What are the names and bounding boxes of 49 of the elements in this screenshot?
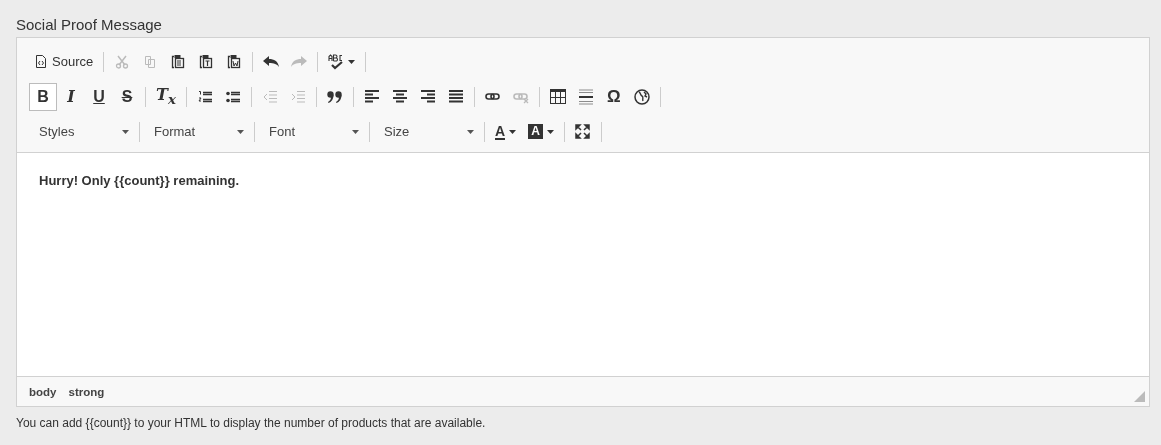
toolbar-dropdown[interactable]: Styles	[29, 117, 135, 146]
toolbar-dropdown[interactable]: Format	[144, 117, 250, 146]
text-align-icon	[392, 90, 407, 103]
toolbar-button[interactable]: B	[29, 82, 57, 111]
toolbar-button[interactable]: T$_{x}$	[150, 82, 182, 111]
text-align-icon	[448, 90, 463, 103]
undo-arrow-icon	[263, 55, 280, 68]
copy-icon	[143, 54, 158, 69]
toolbar-dropdown[interactable]: Font	[259, 117, 365, 146]
horizontal-rule-icon	[578, 88, 593, 105]
color-button[interactable]: A	[489, 117, 523, 146]
numbered-list-icon	[197, 89, 212, 104]
toolbar-button[interactable]: I	[57, 82, 85, 111]
indent-icon	[262, 89, 277, 104]
bulleted-list-icon	[225, 89, 240, 104]
source-button[interactable]: Source	[29, 47, 100, 76]
field-label: Social Proof Message	[16, 15, 163, 35]
scissors-icon	[115, 54, 130, 69]
redo-arrow-icon	[291, 55, 308, 68]
quote-icon	[326, 90, 343, 103]
element-path-link[interactable]: body	[29, 385, 57, 398]
caret-icon	[348, 59, 356, 64]
spellcheck-icon	[328, 53, 345, 70]
caret-icon	[237, 129, 244, 134]
caret-icon	[546, 129, 554, 134]
toolbar-button[interactable]: Ω	[599, 82, 628, 111]
toolbar-dropdown[interactable]: Size	[374, 117, 480, 146]
toolbar-button[interactable]: U	[85, 82, 113, 111]
toolbar-button[interactable]: S	[113, 82, 141, 111]
resize-handle-icon[interactable]	[1134, 391, 1145, 402]
caret-icon	[467, 129, 474, 134]
text-align-icon	[420, 90, 435, 103]
caret-icon	[509, 129, 517, 134]
clipboard-icon	[227, 54, 242, 69]
help-text: You can add {{count}} to your HTML to display the number of products that are available.	[16, 416, 487, 430]
clipboard-icon	[171, 54, 186, 69]
table-icon	[549, 89, 566, 104]
text-align-icon	[364, 90, 379, 103]
caret-icon	[122, 129, 129, 134]
content-text: Hurry! Only {{count}} remaining.	[39, 173, 241, 188]
clipboard-icon	[199, 54, 214, 69]
maximize-icon	[575, 124, 591, 139]
globe-icon	[633, 88, 650, 105]
editor-content-area[interactable]: Hurry! Only {{count}} remaining.	[17, 153, 1149, 376]
indent-icon	[290, 89, 305, 104]
caret-icon	[352, 129, 359, 134]
element-path-link[interactable]: strong	[68, 385, 105, 398]
document-icon	[35, 55, 47, 68]
color-button[interactable]: A	[522, 117, 560, 146]
